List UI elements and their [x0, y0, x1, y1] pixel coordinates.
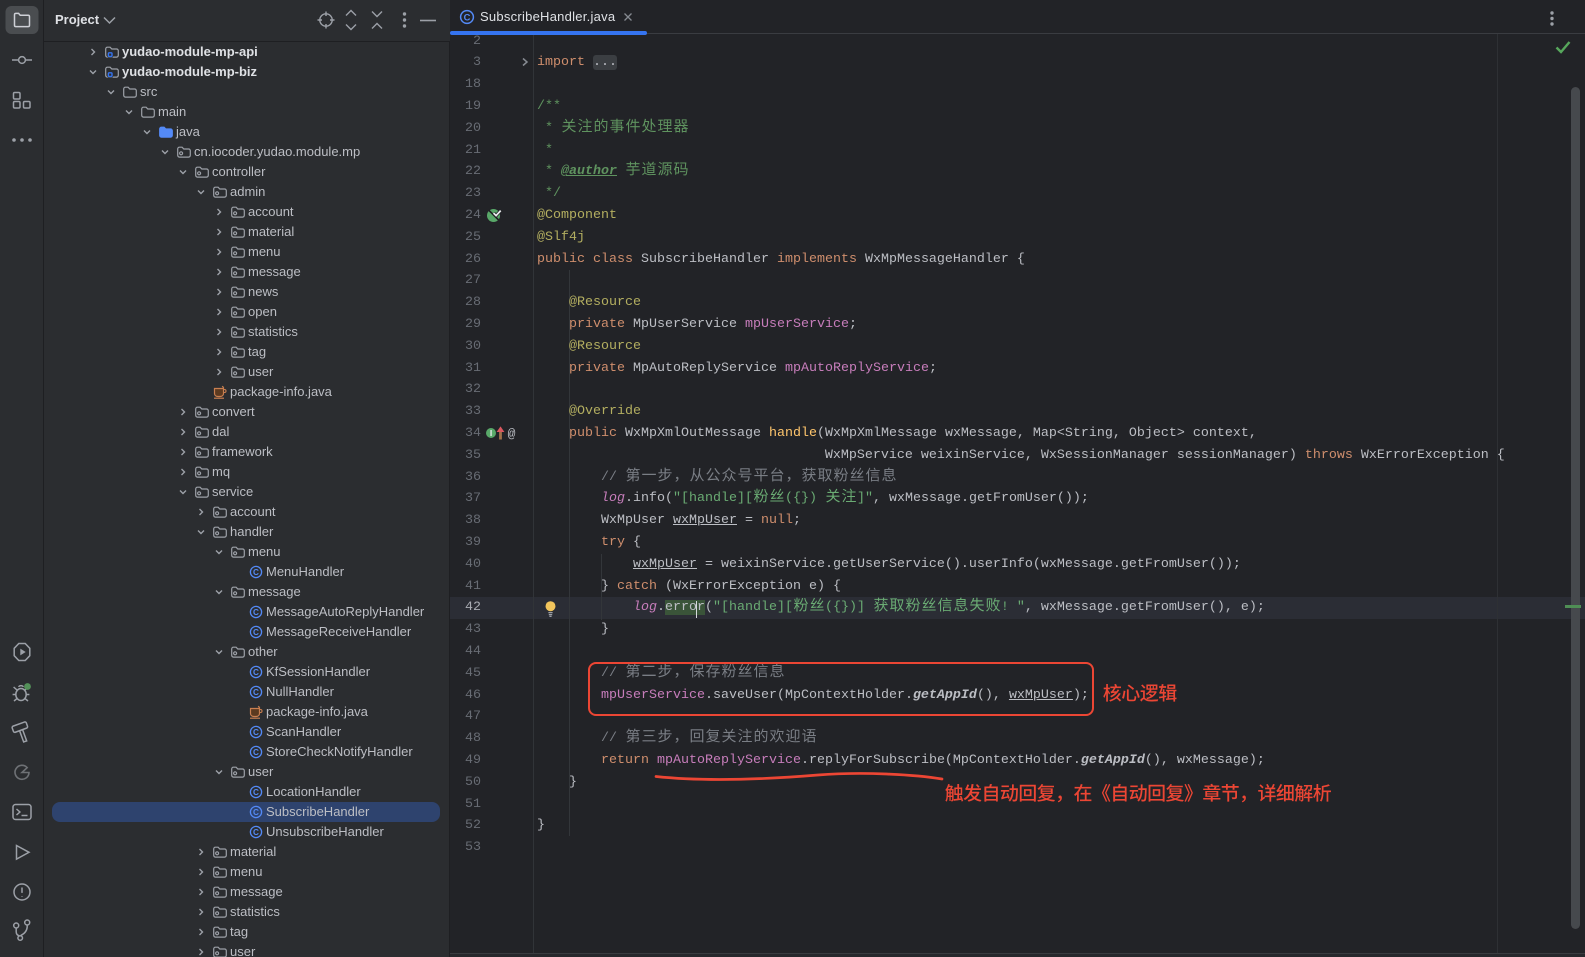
svg-text:C: C — [253, 808, 259, 817]
svg-text:C: C — [253, 608, 259, 617]
svg-text:C: C — [253, 748, 259, 757]
svg-text:C: C — [464, 12, 471, 22]
svg-text:C: C — [253, 628, 259, 637]
svg-text:I: I — [490, 428, 492, 438]
svg-text:C: C — [253, 728, 259, 737]
svg-text:C: C — [253, 788, 259, 797]
svg-text:C: C — [253, 568, 259, 577]
svg-text:C: C — [253, 828, 259, 837]
svg-text:C: C — [253, 688, 259, 697]
svg-text:C: C — [253, 668, 259, 677]
svg-text:@: @ — [508, 427, 516, 442]
